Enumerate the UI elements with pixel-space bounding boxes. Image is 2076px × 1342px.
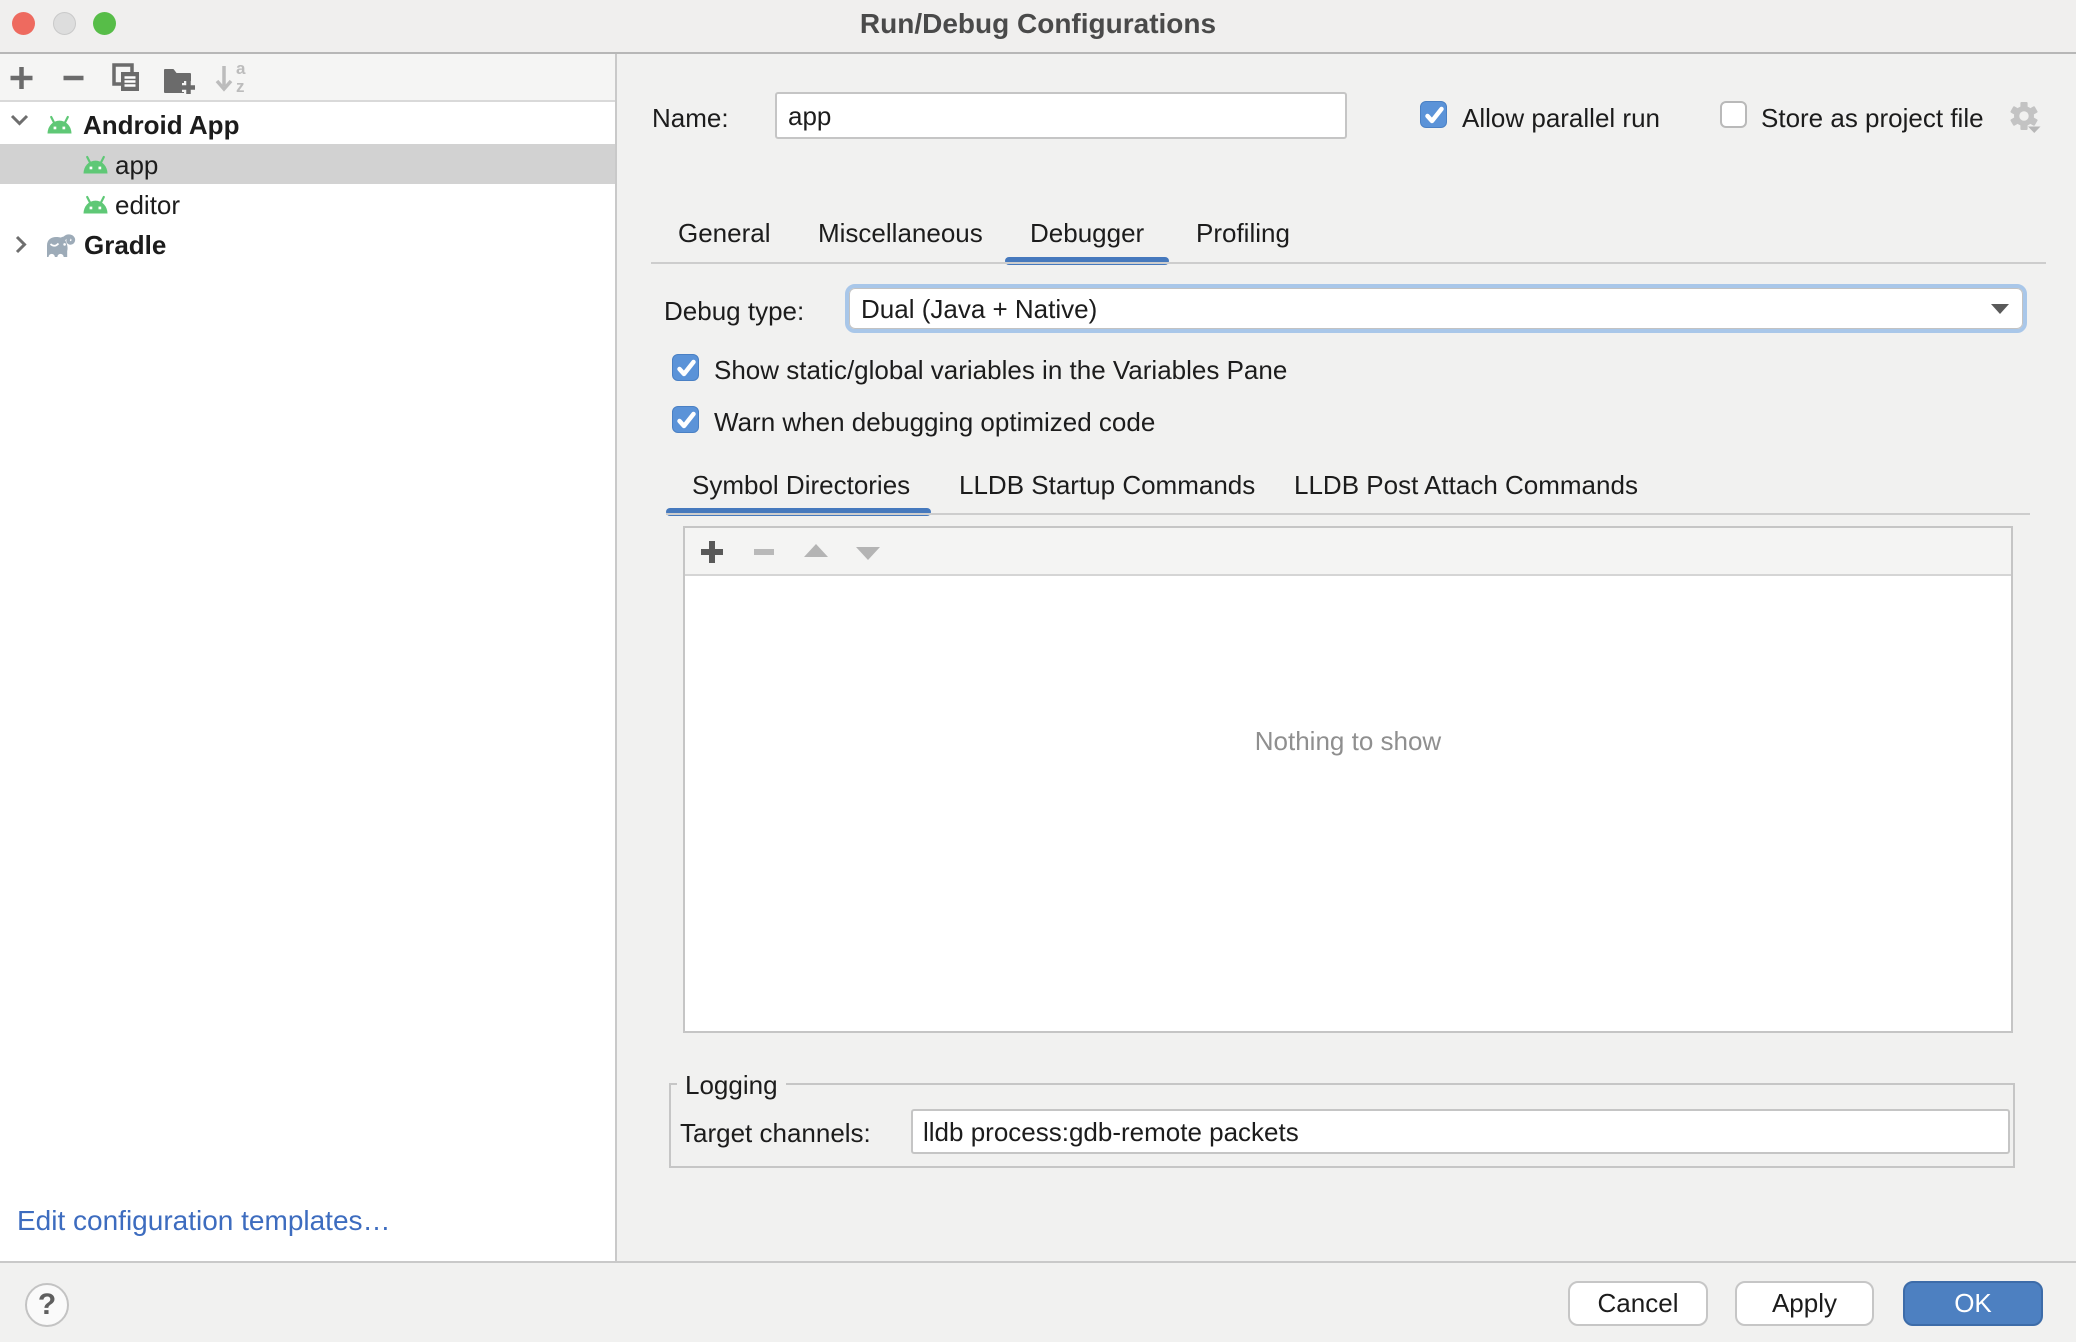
svg-text:z: z [236, 77, 245, 96]
svg-text:a: a [236, 59, 246, 78]
